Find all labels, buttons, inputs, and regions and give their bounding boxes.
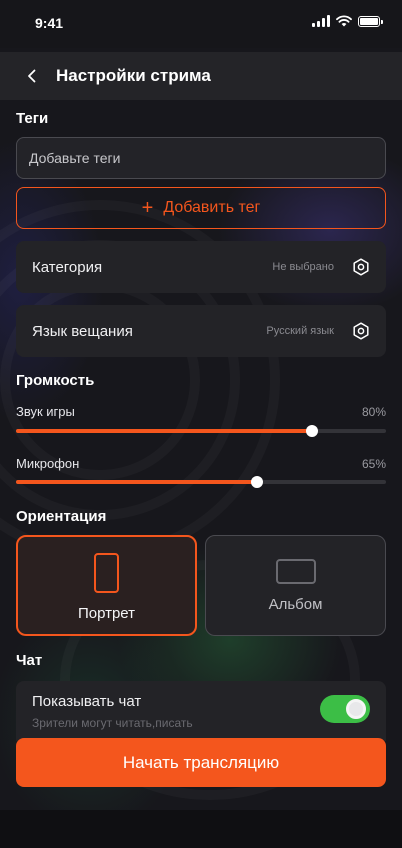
category-value: Не выбрано bbox=[272, 261, 334, 273]
game-sound-slider-fill bbox=[16, 429, 312, 433]
tags-input[interactable] bbox=[16, 137, 386, 179]
start-broadcast-button[interactable]: Начать трансляцию bbox=[16, 738, 386, 787]
broadcast-language-row[interactable]: Язык вещания Русский язык bbox=[16, 305, 386, 357]
orientation-section-title: Ориентация bbox=[16, 508, 107, 525]
game-sound-slider[interactable] bbox=[16, 425, 386, 437]
portrait-label: Портрет bbox=[77, 605, 136, 622]
volume-section-title: Громкость bbox=[16, 372, 95, 389]
hexagon-settings-icon[interactable] bbox=[352, 258, 370, 276]
microphone-label: Микрофон bbox=[16, 456, 80, 471]
tags-section-title: Теги bbox=[16, 110, 49, 127]
add-tag-button[interactable]: + Добавить тег bbox=[16, 187, 386, 229]
show-chat-subtitle: Зрители могут читать,писать bbox=[32, 716, 193, 730]
microphone-slider-fill bbox=[16, 480, 257, 484]
show-chat-row: Показывать чат Зрители могут читать,писа… bbox=[16, 681, 386, 741]
category-label: Категория bbox=[32, 258, 103, 276]
status-bar: 9:41 bbox=[0, 0, 402, 48]
status-time: 9:41 bbox=[35, 15, 64, 31]
add-tag-label: Добавить тег bbox=[163, 199, 261, 216]
category-row[interactable]: Категория Не выбрано bbox=[16, 241, 386, 293]
back-button[interactable] bbox=[12, 56, 52, 96]
landscape-label: Альбом bbox=[268, 595, 323, 613]
toggle-knob bbox=[346, 699, 366, 719]
game-sound-value: 80% bbox=[361, 405, 386, 419]
cellular-signal-icon bbox=[312, 15, 330, 27]
chevron-left-icon bbox=[28, 69, 36, 83]
game-sound-label: Звук игры bbox=[16, 404, 75, 419]
plus-icon: + bbox=[141, 197, 154, 219]
broadcast-language-label: Язык вещания bbox=[32, 322, 133, 340]
header: Настройки стрима bbox=[0, 52, 402, 100]
microphone-value: 65% bbox=[361, 457, 386, 471]
show-chat-toggle[interactable] bbox=[320, 695, 370, 723]
microphone-slider[interactable] bbox=[16, 476, 386, 488]
battery-icon bbox=[358, 15, 383, 27]
hexagon-settings-icon[interactable] bbox=[352, 322, 370, 340]
bottom-bar bbox=[0, 810, 402, 848]
microphone-slider-thumb[interactable] bbox=[250, 476, 263, 488]
page-title: Настройки стрима bbox=[56, 66, 211, 85]
landscape-phone-icon bbox=[275, 558, 316, 584]
broadcast-language-value: Русский язык bbox=[266, 325, 334, 337]
orientation-landscape-option[interactable]: Альбом bbox=[205, 535, 386, 636]
wifi-icon bbox=[336, 15, 352, 27]
chat-section-title: Чат bbox=[16, 652, 43, 669]
orientation-portrait-option[interactable]: Портрет bbox=[16, 535, 197, 636]
status-icons bbox=[312, 15, 383, 27]
game-sound-slider-thumb[interactable] bbox=[306, 425, 318, 437]
portrait-phone-icon bbox=[94, 553, 119, 593]
